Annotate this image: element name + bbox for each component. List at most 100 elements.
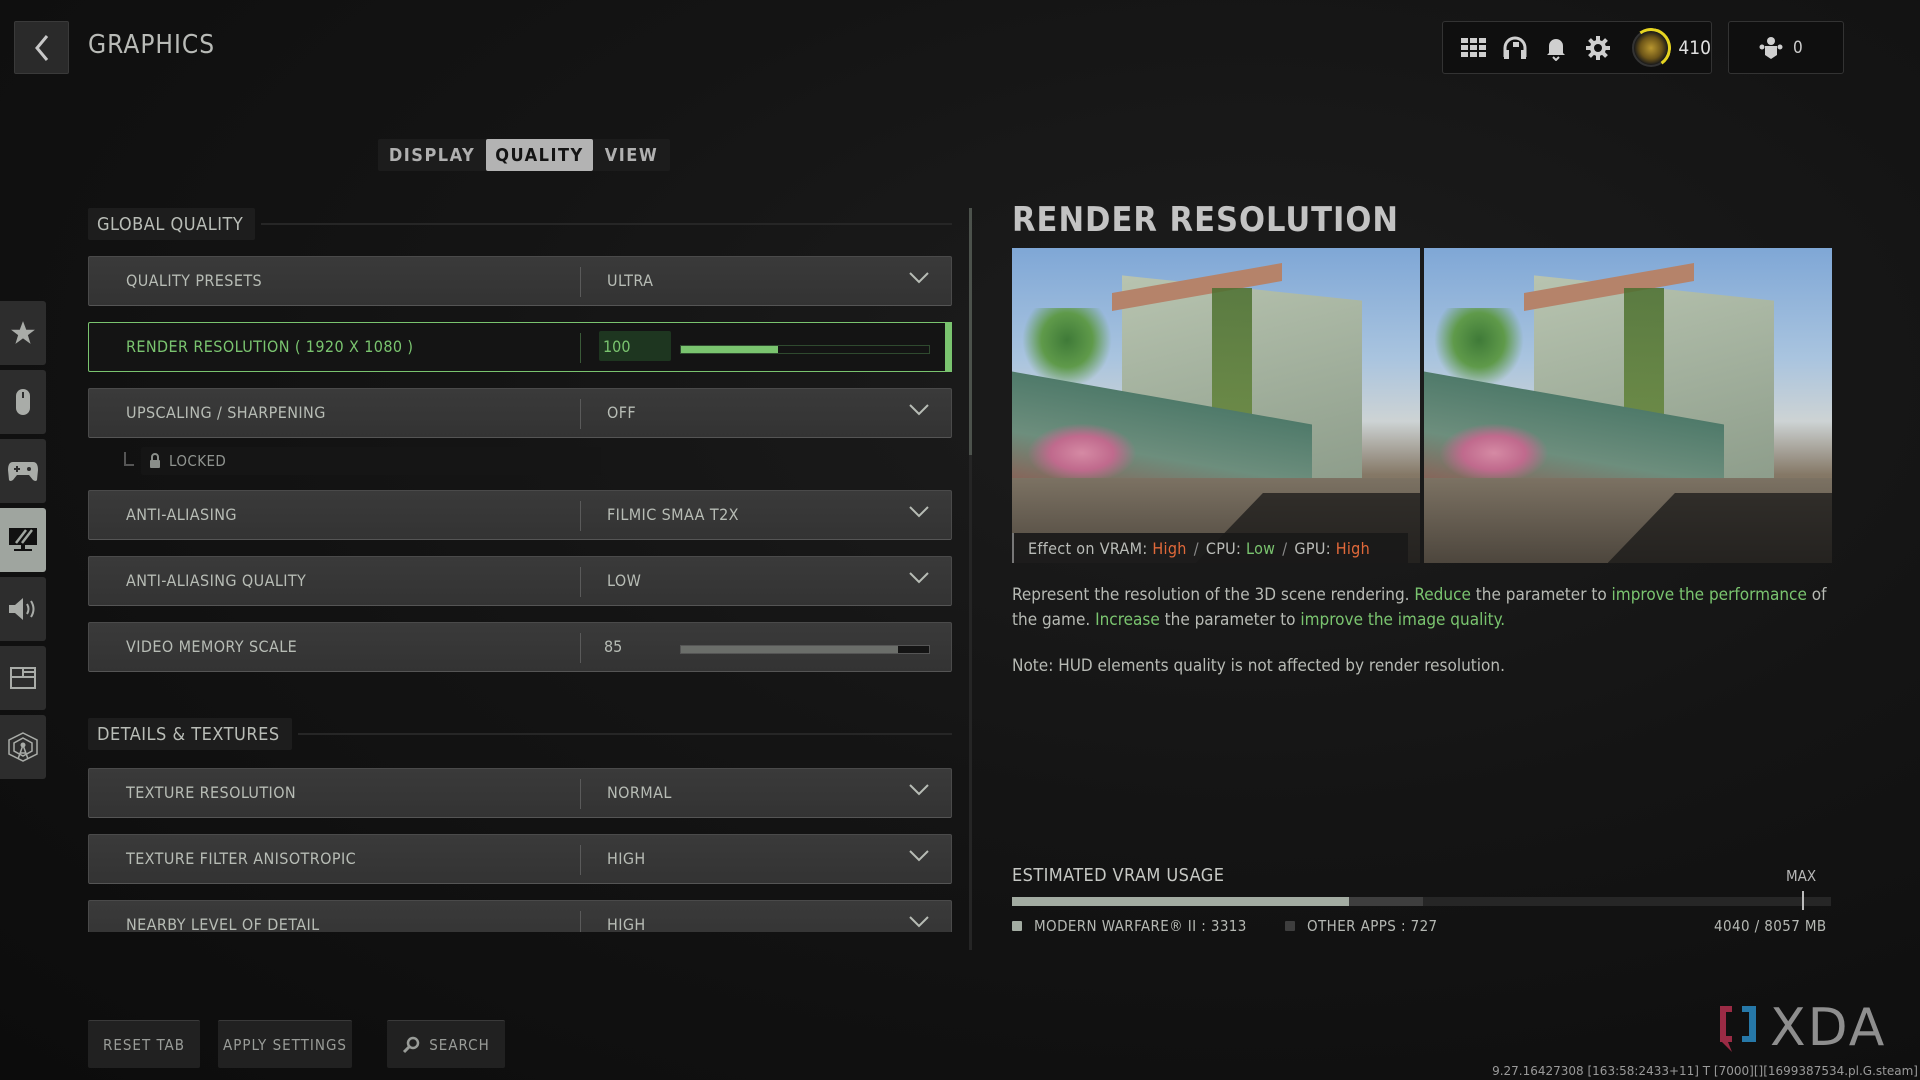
setting-label: TEXTURE FILTER ANISOTROPIC	[126, 849, 357, 868]
layout-icon	[10, 667, 36, 689]
sidebar-item-controller[interactable]	[0, 439, 46, 503]
gamepad-icon	[8, 462, 38, 481]
sidebar-item-graphics[interactable]	[0, 508, 46, 572]
top-toolbar: 410	[1442, 21, 1712, 74]
slider-fill	[681, 646, 898, 653]
row-divider	[580, 501, 581, 531]
separator: /	[1282, 538, 1288, 558]
sidebar-item-audio[interactable]	[0, 577, 46, 641]
setting-video-memory-scale[interactable]: VIDEO MEMORY SCALE 85	[88, 622, 952, 672]
effect-prefix: Effect on VRAM:	[1028, 538, 1148, 558]
tab-display[interactable]: DISPLAY	[378, 139, 486, 171]
setting-texture-resolution[interactable]: TEXTURE RESOLUTION NORMAL	[88, 768, 952, 818]
section-divider	[297, 733, 952, 735]
row-divider	[580, 779, 581, 809]
row-divider	[580, 399, 581, 429]
setting-upscaling-sharpening[interactable]: UPSCALING / SHARPENING OFF	[88, 388, 952, 438]
gear-icon[interactable]	[1577, 28, 1618, 68]
back-button[interactable]	[14, 21, 69, 74]
chevron-down-icon	[909, 404, 929, 416]
chevron-down-icon	[909, 784, 929, 796]
section-header-details-textures: DETAILS & TEXTURES	[88, 718, 952, 750]
performance-effect: Effect on VRAM: High / CPU: Low / GPU: H…	[1012, 533, 1408, 563]
detail-note: Note: HUD elements quality is not affect…	[1012, 656, 1505, 676]
desc-highlight: Reduce	[1414, 585, 1471, 605]
vram-max-marker	[1802, 891, 1805, 910]
grid-menu-icon[interactable]	[1453, 28, 1494, 68]
row-divider	[580, 845, 581, 875]
row-divider	[580, 911, 581, 932]
legend-other-apps: OTHER APPS : 727	[1285, 917, 1438, 935]
setting-value: ULTRA	[607, 271, 654, 290]
setting-label: VIDEO MEMORY SCALE	[126, 637, 298, 656]
sidebar-item-network[interactable]	[0, 715, 46, 779]
tree-connector	[124, 452, 134, 466]
search-button[interactable]: SEARCH	[387, 1020, 505, 1068]
setting-value: LOW	[607, 571, 642, 590]
detail-title: RENDER RESOLUTION	[1012, 200, 1399, 240]
section-title: GLOBAL QUALITY	[88, 208, 256, 240]
search-icon	[403, 1036, 420, 1053]
tab-view[interactable]: VIEW	[593, 139, 670, 171]
sidebar-item-interface[interactable]	[0, 646, 46, 710]
rank-badge-icon	[1632, 28, 1671, 67]
setting-render-resolution[interactable]: RENDER RESOLUTION ( 1920 X 1080 ) 100	[88, 322, 952, 372]
build-info: 9.27.16427308 [163:58:2433+11] T [7000][…	[1492, 1064, 1918, 1078]
section-header-global-quality: GLOBAL QUALITY	[88, 208, 952, 240]
scrollbar-thumb[interactable]	[969, 208, 972, 455]
headset-icon[interactable]	[1494, 28, 1535, 68]
bell-icon[interactable]	[1536, 28, 1577, 68]
party-count: 0	[1793, 37, 1803, 58]
reset-tab-button[interactable]: RESET TAB	[88, 1020, 200, 1068]
legend-swatch	[1012, 921, 1022, 931]
detail-description: Represent the resolution of the 3D scene…	[1012, 583, 1842, 633]
rank-display[interactable]: 410	[1632, 28, 1711, 67]
chevron-down-icon	[909, 850, 929, 862]
setting-quality-presets[interactable]: QUALITY PRESETS ULTRA	[88, 256, 952, 306]
lock-icon	[150, 453, 160, 468]
tab-bar: DISPLAY QUALITY VIEW	[378, 139, 670, 171]
desc-text: Represent the resolution of the 3D scene…	[1012, 585, 1415, 605]
sidebar-item-mouse[interactable]	[0, 370, 46, 434]
apply-settings-button[interactable]: APPLY SETTINGS	[218, 1020, 352, 1068]
setting-nearby-level-of-detail[interactable]: NEARBY LEVEL OF DETAIL HIGH	[88, 900, 952, 932]
desc-text: the parameter to	[1159, 610, 1301, 630]
party-button[interactable]: 0	[1728, 21, 1844, 74]
antenna-icon	[8, 732, 38, 762]
setting-label: ANTI-ALIASING QUALITY	[126, 571, 307, 590]
speaker-icon	[9, 598, 35, 620]
effect-cpu-label: CPU:	[1205, 538, 1242, 558]
vram-usage-bar	[1012, 891, 1831, 910]
setting-anti-aliasing-quality[interactable]: ANTI-ALIASING QUALITY LOW	[88, 556, 952, 606]
render-resolution-input[interactable]: 100	[599, 331, 671, 361]
setting-value: 85	[604, 637, 623, 656]
setting-texture-filter-anisotropic[interactable]: TEXTURE FILTER ANISOTROPIC HIGH	[88, 834, 952, 884]
separator: /	[1193, 538, 1199, 558]
setting-label: ANTI-ALIASING	[126, 505, 237, 524]
sidebar-item-favorites[interactable]	[0, 301, 46, 365]
mouse-icon	[16, 389, 30, 415]
setting-label: NEARBY LEVEL OF DETAIL	[126, 915, 320, 932]
setting-anti-aliasing[interactable]: ANTI-ALIASING FILMIC SMAA T2X	[88, 490, 952, 540]
party-icon	[1759, 36, 1783, 59]
xda-logo-icon	[1720, 1006, 1756, 1052]
chevron-down-icon	[909, 572, 929, 584]
button-label: APPLY SETTINGS	[223, 1035, 347, 1054]
star-icon	[11, 321, 35, 344]
setting-value: HIGH	[607, 915, 646, 932]
vram-total: 4040 / 8057 MB	[1714, 917, 1827, 935]
section-divider	[261, 223, 952, 225]
video-memory-scale-slider[interactable]	[680, 645, 930, 654]
settings-scrollbar[interactable]	[969, 208, 972, 950]
vram-other-segment	[1348, 897, 1423, 906]
setting-value: HIGH	[607, 849, 646, 868]
render-resolution-slider[interactable]	[680, 345, 930, 354]
vram-max-label: MAX	[1786, 867, 1817, 885]
slider-fill	[681, 346, 778, 353]
tab-quality[interactable]: QUALITY	[486, 139, 593, 171]
desc-highlight: improve the image quality.	[1300, 610, 1506, 630]
setting-label: UPSCALING / SHARPENING	[126, 403, 326, 422]
setting-value: OFF	[607, 403, 637, 422]
settings-list: GLOBAL QUALITY QUALITY PRESETS ULTRA REN…	[88, 208, 952, 932]
page-title: GRAPHICS	[88, 30, 216, 60]
